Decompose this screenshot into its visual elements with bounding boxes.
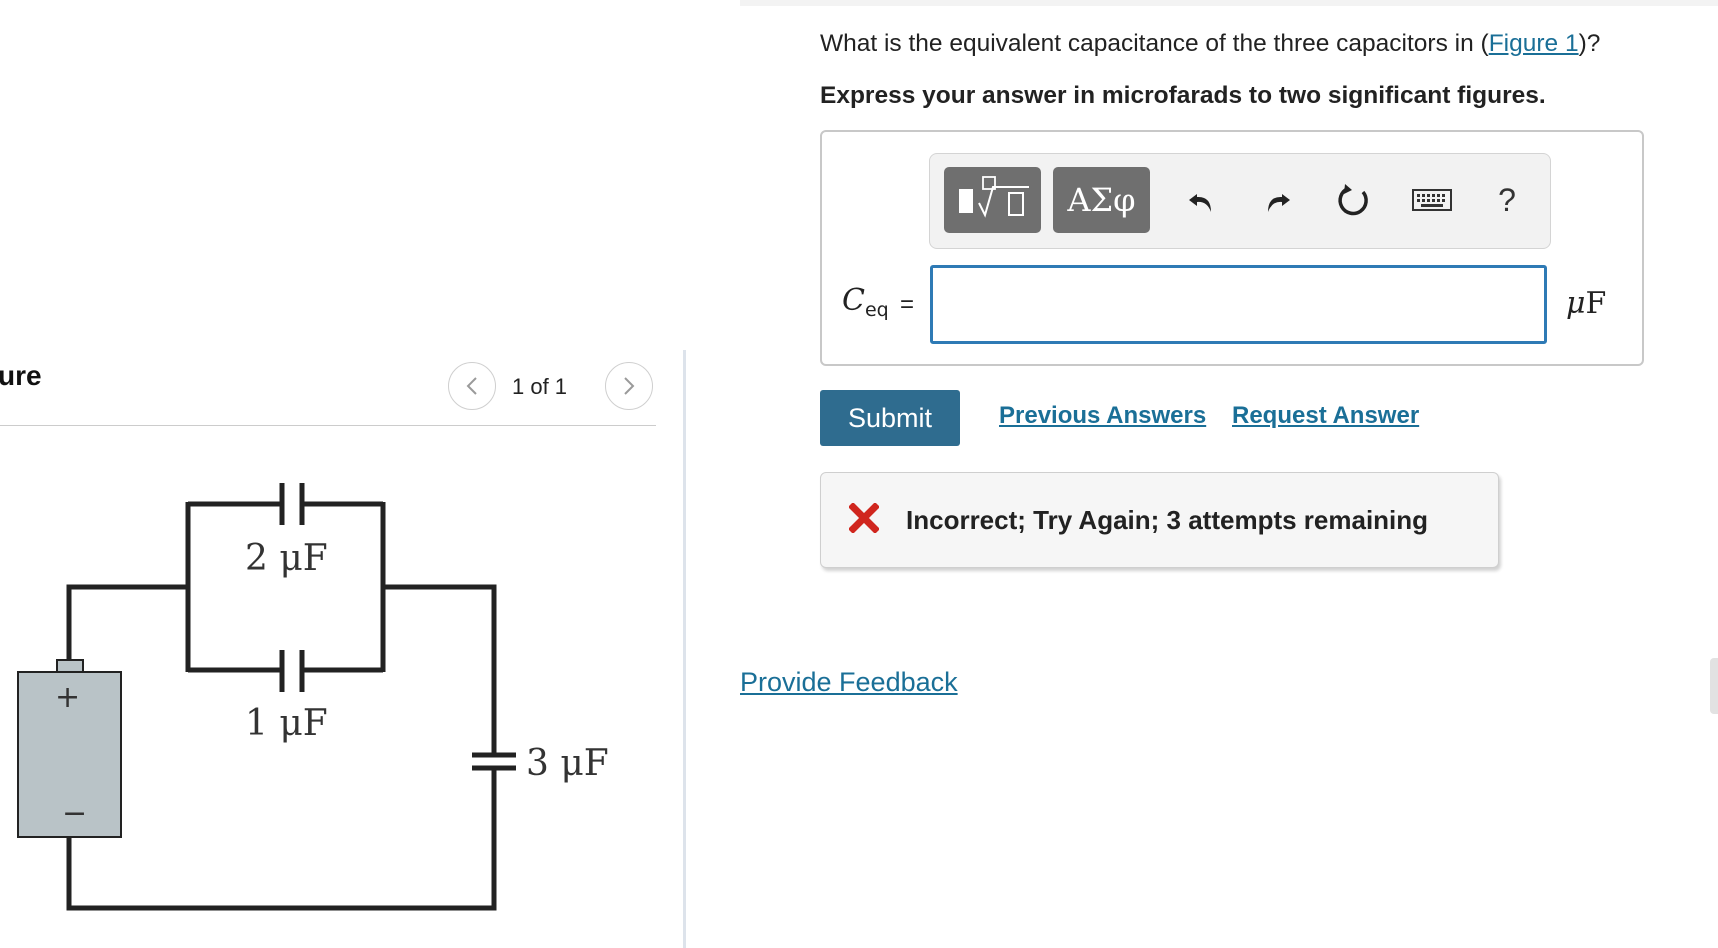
- wire: [66, 768, 497, 911]
- figure-heading: ure: [0, 360, 42, 391]
- feedback-message: Incorrect; Try Again; 3 attempts remaini…: [820, 472, 1499, 568]
- templates-button[interactable]: [944, 167, 1041, 233]
- equals-sign: =: [900, 291, 915, 318]
- capacitor-1uf: [279, 650, 305, 692]
- capacitor-2uf: [279, 483, 305, 525]
- redo-icon: [1268, 194, 1290, 212]
- circuit-diagram: + − 2 μF 1 μF 3 μF: [17, 483, 609, 911]
- x-mark-icon: [849, 503, 879, 533]
- battery-plus-label: +: [55, 680, 80, 715]
- capacitor-3uf-label: 3 μF: [526, 743, 609, 784]
- answer-instruction: Express your answer in microfarads to tw…: [820, 82, 1546, 109]
- panel-divider-gap: [683, 0, 686, 350]
- capacitor-1uf-label: 1 μF: [245, 703, 328, 744]
- keyboard-icon: [1412, 189, 1452, 211]
- redo-button[interactable]: [1255, 178, 1299, 222]
- figure-pager-count: 1 of 1: [512, 374, 568, 399]
- scrollbar-handle[interactable]: [1710, 658, 1718, 714]
- unit-label: μF: [1566, 286, 1606, 321]
- answer-variable-label: Ceq: [842, 283, 889, 321]
- capacitor-3uf: [472, 752, 516, 771]
- answer-variable-main: C: [842, 283, 865, 318]
- provide-feedback-link[interactable]: Provide Feedback: [740, 667, 958, 698]
- request-answer-link[interactable]: Request Answer: [1232, 402, 1419, 430]
- previous-answers-link[interactable]: Previous Answers: [999, 402, 1206, 430]
- unit-mu: μ: [1566, 286, 1586, 321]
- reset-icon: [1338, 184, 1368, 216]
- top-strip: [740, 0, 1718, 6]
- wire: [66, 584, 188, 662]
- previous-figure-button[interactable]: [448, 362, 496, 410]
- next-figure-button[interactable]: [605, 362, 653, 410]
- figure-link[interactable]: Figure 1: [1489, 30, 1579, 57]
- help-button[interactable]: ?: [1485, 178, 1529, 222]
- chevron-left-icon: [466, 377, 477, 395]
- unit-farad: F: [1585, 286, 1607, 321]
- math-toolbar: ΑΣφ ?: [929, 153, 1551, 249]
- question-text-end: )?: [1578, 30, 1601, 57]
- feedback-text: Incorrect; Try Again; 3 attempts remaini…: [906, 505, 1429, 535]
- undo-button[interactable]: [1180, 178, 1224, 222]
- figure-divider: [0, 425, 656, 426]
- reset-button[interactable]: [1332, 178, 1376, 222]
- undo-icon: [1189, 194, 1211, 212]
- symbols-button[interactable]: ΑΣφ: [1053, 167, 1150, 233]
- templates-sqrt-icon: [958, 176, 1029, 218]
- answer-input[interactable]: [930, 265, 1547, 344]
- question-text-start: What is the equivalent capacitance of th…: [820, 30, 1489, 57]
- answer-variable-subscript: eq: [864, 299, 889, 321]
- question-text: What is the equivalent capacitance of th…: [820, 30, 1600, 58]
- submit-button[interactable]: Submit: [820, 390, 960, 446]
- keyboard-button[interactable]: [1410, 178, 1454, 222]
- wire: [383, 584, 497, 755]
- capacitor-2uf-label: 2 μF: [245, 538, 328, 579]
- battery-minus-label: −: [62, 796, 87, 831]
- chevron-right-icon: [624, 377, 635, 395]
